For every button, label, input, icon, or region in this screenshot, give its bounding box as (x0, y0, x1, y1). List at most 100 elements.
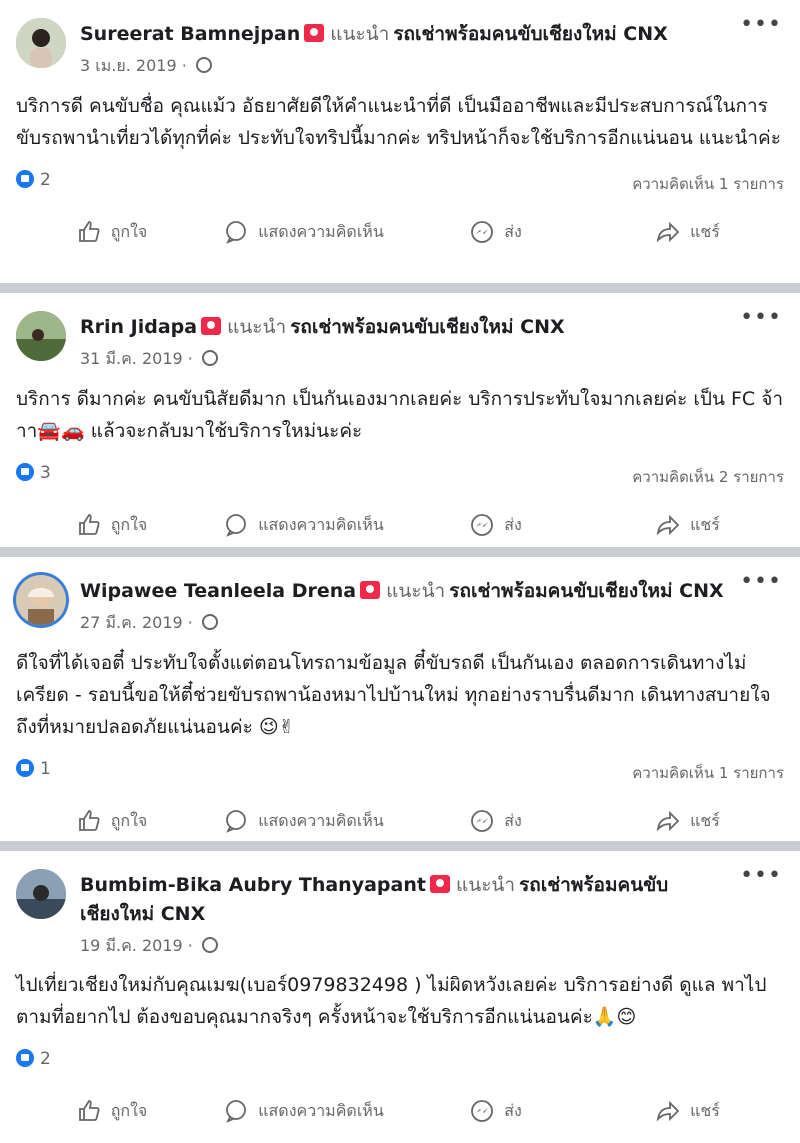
like-count-value: 2 (40, 1049, 51, 1069)
avatar[interactable] (16, 18, 66, 68)
post-meta: 27 มี.ค. 2019 · (80, 608, 740, 637)
share-button[interactable]: แชร์ (592, 220, 784, 245)
post-body: บริการ ดีมากค่ะ คนขับนิสัยดีมาก เป็นกันเ… (16, 388, 784, 442)
send-label: ส่ง (504, 1100, 522, 1120)
more-dots-icon[interactable]: ••• (740, 569, 782, 594)
post-date[interactable]: 31 มี.ค. 2019 (80, 349, 183, 368)
share-icon (656, 1100, 680, 1122)
comment-label: แสดงความคิดเห็น (258, 810, 384, 830)
post-body: ไปเที่ยวเชียงใหม่กับคุณเมฆ(เบอร์09798324… (16, 974, 767, 1028)
send-label: ส่ง (504, 514, 522, 534)
comment-count[interactable]: ความคิดเห็น 1 รายการ (632, 172, 784, 196)
thumbs-up-icon (78, 1100, 100, 1121)
post-header: Wipawee Teanleela Drena แนะนำ รถเช่าพร้อมค… (0, 557, 800, 635)
like-count-value: 1 (40, 759, 51, 779)
comment-label: แสดงความคิดเห็น (258, 514, 384, 534)
like-reaction-icon (16, 1049, 34, 1067)
send-label: ส่ง (504, 810, 522, 830)
share-label: แชร์ (690, 514, 720, 534)
like-count[interactable]: 3 (16, 463, 51, 483)
avatar[interactable] (16, 311, 66, 361)
messenger-icon (471, 514, 494, 536)
like-button[interactable]: ถูกใจ (16, 809, 208, 834)
send-label: ส่ง (504, 221, 522, 241)
comment-button[interactable]: แสดงความคิดเห็น (208, 809, 400, 834)
comment-button[interactable]: แสดงความคิดเห็น (208, 1099, 400, 1124)
share-button[interactable]: แชร์ (592, 513, 784, 538)
post-actions: ถูกใจ แสดงความคิดเห็น ส่ง แชร์ (0, 493, 800, 557)
review-post: Rrin Jidapa แนะนำ รถเช่าพร้อมคนขับเชียงใหม… (0, 293, 800, 547)
avatar[interactable] (16, 869, 66, 919)
comment-count[interactable]: ความคิดเห็น 2 รายการ (632, 465, 784, 489)
like-reaction-icon (16, 759, 34, 777)
comment-icon (226, 514, 247, 537)
reviewer-name[interactable]: Bumbim-Bika Aubry Thanyapant (80, 874, 426, 896)
review-post: Sureerat Bamnejpan แนะนำ รถเช่าพร้อมคนขับเ… (0, 0, 800, 283)
like-label: ถูกใจ (110, 810, 148, 830)
post-stats: 3 ความคิดเห็น 2 รายการ (0, 457, 800, 493)
post-title: Bumbim-Bika Aubry Thanyapant แนะนำ รถเช่าพ… (80, 871, 740, 960)
post-date[interactable]: 27 มี.ค. 2019 (80, 613, 183, 632)
more-dots-icon[interactable]: ••• (740, 305, 782, 330)
post-body: บริการดี คนขับชื่อ คุณแม้ว อัธยาศัยดีให้… (16, 95, 781, 149)
like-count-value: 2 (40, 170, 51, 190)
avatar[interactable] (16, 575, 66, 625)
like-button[interactable]: ถูกใจ (16, 1099, 208, 1124)
reviewer-name[interactable]: Sureerat Bamnejpan (80, 23, 300, 45)
thumbs-up-icon (78, 221, 100, 242)
share-button[interactable]: แชร์ (592, 809, 784, 834)
comment-icon (226, 221, 247, 244)
messenger-icon (471, 1100, 494, 1122)
like-count-value: 3 (40, 463, 51, 483)
recommend-label: แนะนำ (227, 316, 287, 338)
reviewer-name[interactable]: Wipawee Teanleela Drena (80, 580, 356, 602)
recommend-label: แนะนำ (386, 580, 446, 602)
share-icon (656, 810, 680, 832)
post-stats: 2 (0, 1043, 800, 1079)
thumbs-up-icon (78, 810, 100, 831)
messenger-icon (471, 221, 494, 243)
like-label: ถูกใจ (110, 221, 148, 241)
share-label: แชร์ (690, 221, 720, 241)
page-name[interactable]: รถเช่าพร้อมคนขับเชียงใหม่ CNX (290, 316, 564, 338)
more-dots-icon[interactable]: ••• (740, 12, 782, 37)
review-post: Wipawee Teanleela Drena แนะนำ รถเช่าพร้อมค… (0, 557, 800, 841)
like-label: ถูกใจ (110, 1100, 148, 1120)
post-date[interactable]: 19 มี.ค. 2019 (80, 936, 183, 955)
more-dots-icon[interactable]: ••• (740, 863, 782, 888)
post-body: ดีใจที่ได้เจอตี๋ ประทับใจตั้งแต่ตอนโทรถา… (16, 652, 771, 738)
post-actions: ถูกใจ แสดงความคิดเห็น ส่ง แชร์ (0, 789, 800, 853)
share-icon (656, 514, 680, 536)
recommend-icon (201, 317, 222, 335)
like-count[interactable]: 2 (16, 170, 51, 190)
like-button[interactable]: ถูกใจ (16, 220, 208, 245)
globe-icon (201, 937, 218, 953)
post-actions: ถูกใจ แสดงความคิดเห็น ส่ง แชร์ (0, 200, 800, 264)
recommend-icon (360, 581, 381, 599)
post-date[interactable]: 3 เม.ย. 2019 (80, 56, 177, 75)
like-count[interactable]: 2 (16, 1049, 51, 1069)
comment-count[interactable]: ความคิดเห็น 1 รายการ (632, 761, 784, 785)
post-meta: 31 มี.ค. 2019 · (80, 344, 740, 373)
page-name[interactable]: รถเช่าพร้อมคนขับเชียงใหม่ CNX (393, 23, 667, 45)
like-button[interactable]: ถูกใจ (16, 513, 208, 538)
globe-icon (201, 614, 218, 630)
comment-label: แสดงความคิดเห็น (258, 221, 384, 241)
share-button[interactable]: แชร์ (592, 1099, 784, 1124)
review-post: Bumbim-Bika Aubry Thanyapant แนะนำ รถเช่าพ… (0, 851, 800, 1130)
send-button[interactable]: ส่ง (400, 809, 592, 834)
comment-button[interactable]: แสดงความคิดเห็น (208, 513, 400, 538)
like-count[interactable]: 1 (16, 759, 51, 779)
reviewer-name[interactable]: Rrin Jidapa (80, 316, 197, 338)
like-reaction-icon (16, 170, 34, 188)
send-button[interactable]: ส่ง (400, 220, 592, 245)
post-title: Rrin Jidapa แนะนำ รถเช่าพร้อมคนขับเชียงใหม… (80, 313, 740, 373)
comment-button[interactable]: แสดงความคิดเห็น (208, 220, 400, 245)
send-button[interactable]: ส่ง (400, 513, 592, 538)
comment-label: แสดงความคิดเห็น (258, 1100, 384, 1120)
post-stats: 2 ความคิดเห็น 1 รายการ (0, 164, 800, 200)
messenger-icon (471, 810, 494, 832)
post-separator (0, 283, 800, 293)
send-button[interactable]: ส่ง (400, 1099, 592, 1124)
page-name[interactable]: รถเช่าพร้อมคนขับเชียงใหม่ CNX (449, 580, 723, 602)
